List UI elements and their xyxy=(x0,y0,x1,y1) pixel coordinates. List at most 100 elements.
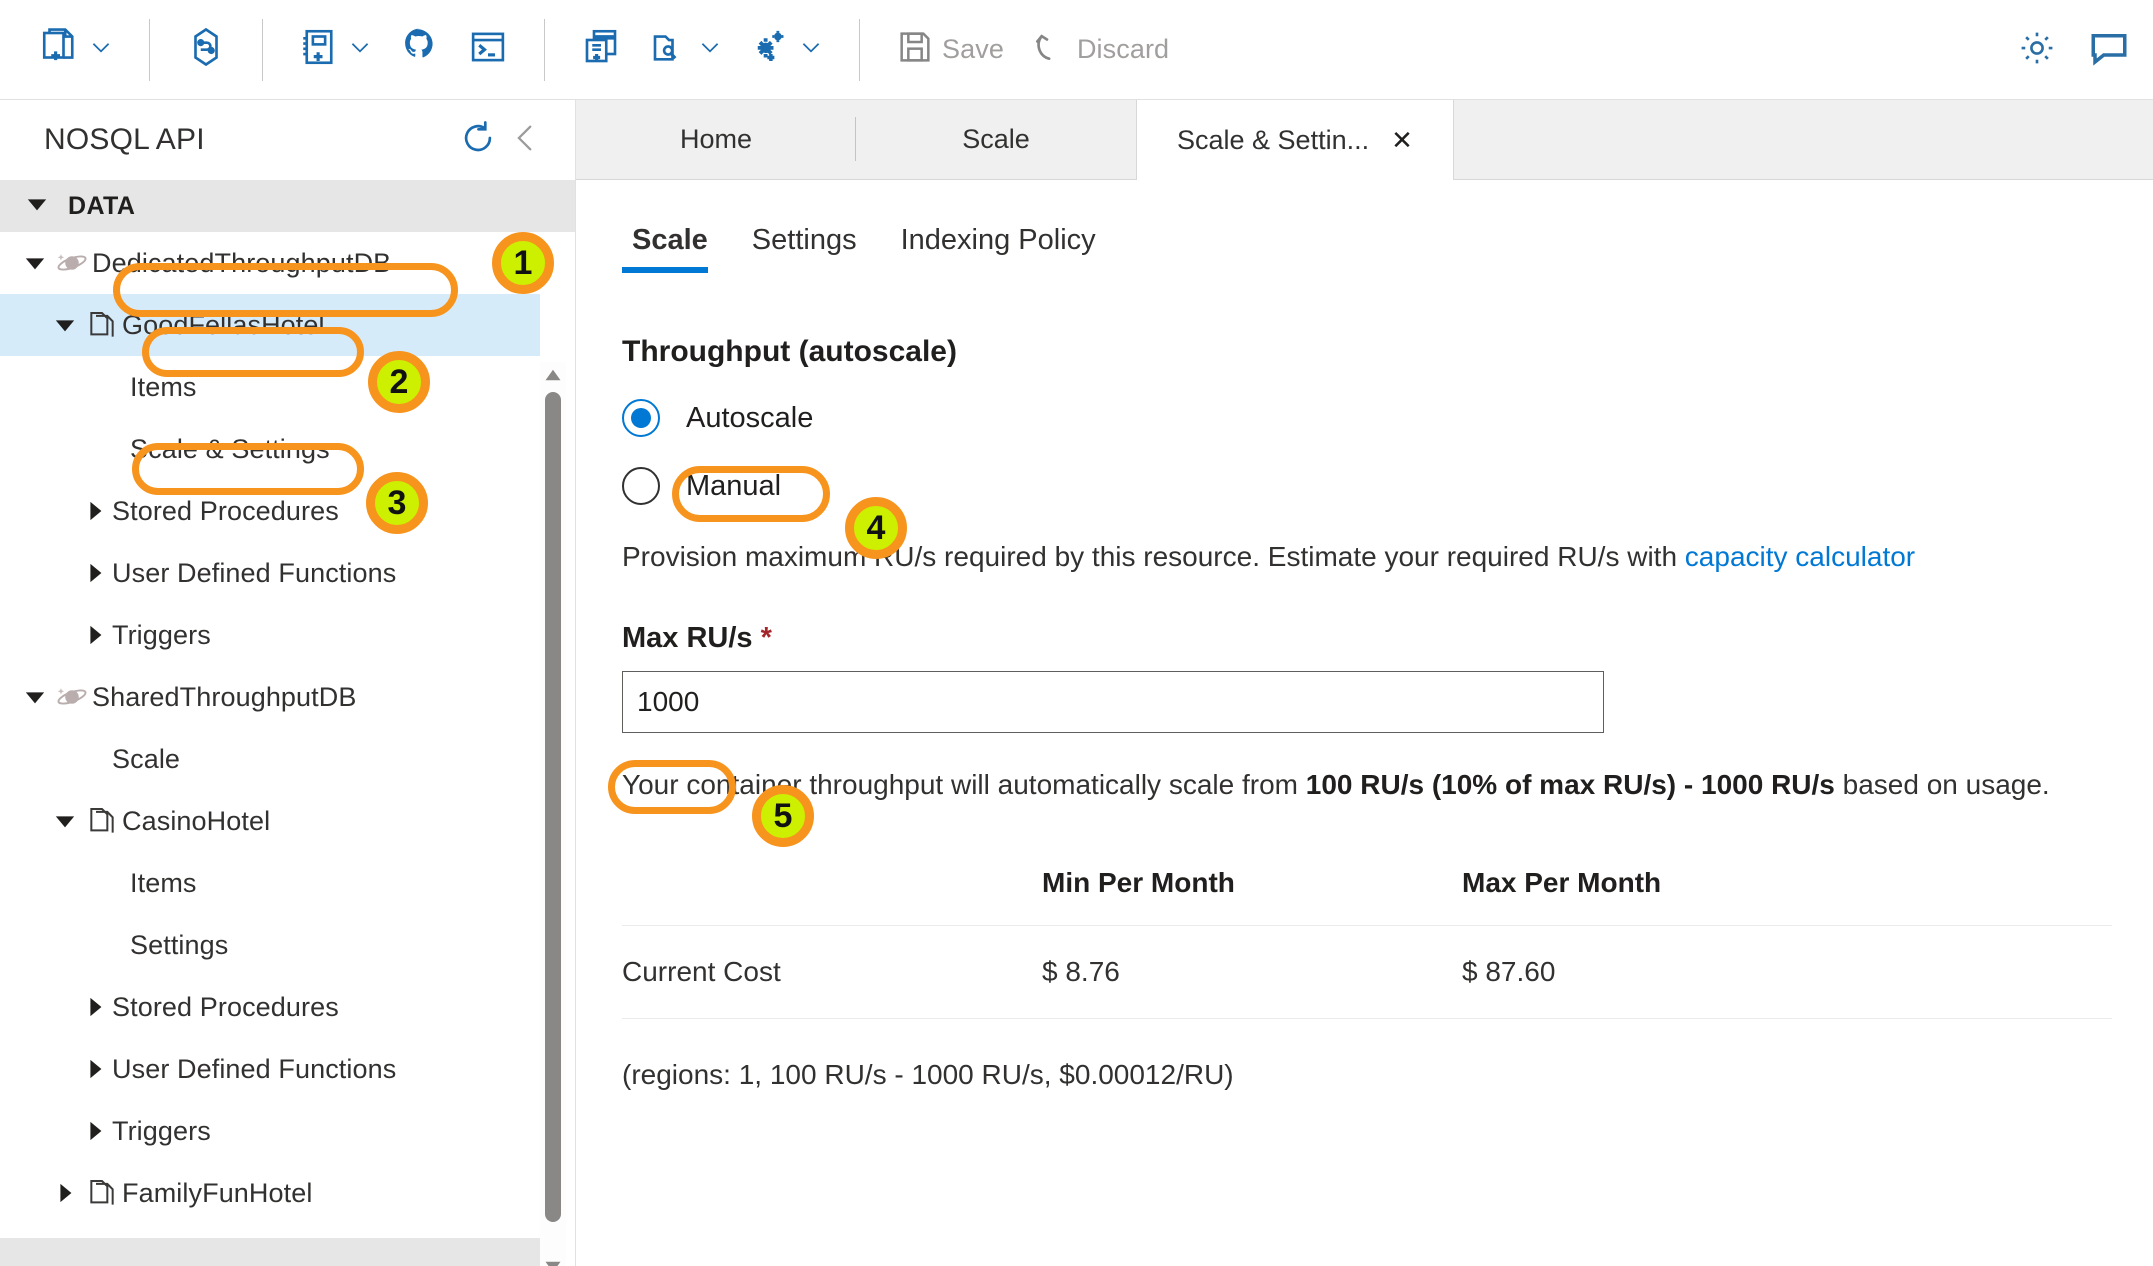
chevron-right-icon[interactable] xyxy=(78,1120,112,1142)
tree-item-stored-procedures[interactable]: Stored Procedures xyxy=(0,480,540,542)
doc-tab-label: Scale xyxy=(962,124,1030,155)
scroll-up-arrow-icon[interactable] xyxy=(544,366,562,384)
tree-item-label: Items xyxy=(130,372,197,403)
new-sql-query-button[interactable] xyxy=(567,18,635,81)
refresh-icon[interactable] xyxy=(453,113,503,168)
tree-item-dedicatedthroughputdb[interactable]: DedicatedThroughputDB xyxy=(0,232,540,294)
autoscale-desc-1: Your container throughput will automatic… xyxy=(622,769,1306,800)
sidebar-data-header[interactable]: DATA xyxy=(0,180,575,232)
tree-item-sharedthroughputdb[interactable]: SharedThroughputDB xyxy=(0,666,540,728)
new-stored-procedure-button[interactable] xyxy=(736,18,837,81)
new-sql-query-icon xyxy=(580,26,622,73)
chevron-right-icon[interactable] xyxy=(78,996,112,1018)
tree-item-goodfellashotel[interactable]: GoodFellasHotel xyxy=(0,294,540,356)
new-notebook-icon xyxy=(298,26,340,73)
app-shell: NOSQL API DATA DedicatedThroughputDBGood… xyxy=(0,100,2153,1266)
tree-item-user-defined-functions[interactable]: User Defined Functions xyxy=(0,1038,540,1100)
toolbar-right-group xyxy=(2003,0,2153,100)
tree-item-label: Stored Procedures xyxy=(112,992,339,1023)
chevron-left-icon[interactable] xyxy=(503,115,549,166)
tree-item-triggers[interactable]: Triggers xyxy=(0,1100,540,1162)
toolbar-divider xyxy=(262,19,263,81)
tree-item-familyfunhotel[interactable]: FamilyFunHotel xyxy=(0,1162,540,1224)
chevron-right-icon[interactable] xyxy=(48,1182,82,1204)
chevron-down-icon[interactable] xyxy=(48,314,82,336)
doc-tab-scale[interactable]: Scale xyxy=(856,100,1136,179)
toolbar-group-synapse xyxy=(172,18,240,81)
chevron-down-icon xyxy=(798,34,824,65)
cost-row-min: $ 8.76 xyxy=(1042,926,1462,1019)
cost-table: Min Per Month Max Per Month Current Cost… xyxy=(622,867,2112,1019)
radio-manual[interactable]: Manual xyxy=(622,467,781,505)
content-area: HomeScaleScale & Settin...✕ ScaleSetting… xyxy=(576,100,2153,1266)
discard-button[interactable]: Discard xyxy=(1017,19,1182,80)
chevron-down-icon[interactable] xyxy=(48,810,82,832)
tree-item-casinohotel[interactable]: CasinoHotel xyxy=(0,790,540,852)
tree-item-label: Settings xyxy=(130,930,228,961)
feedback-icon xyxy=(2088,27,2130,74)
chevron-right-icon[interactable] xyxy=(78,624,112,646)
tree-item-stored-procedures[interactable]: Stored Procedures xyxy=(0,976,540,1038)
subtab-scale[interactable]: Scale xyxy=(622,224,730,273)
synapse-link-icon xyxy=(185,26,227,73)
subtab-indexing-policy[interactable]: Indexing Policy xyxy=(879,224,1118,273)
toolbar-group-queries xyxy=(567,18,837,81)
gear-icon xyxy=(2016,27,2058,74)
scale-settings-pane: ScaleSettingsIndexing Policy Throughput … xyxy=(576,180,2153,1091)
new-container-button[interactable] xyxy=(26,18,127,81)
max-ru-input[interactable] xyxy=(622,671,1604,733)
tree-item-items[interactable]: Items xyxy=(0,852,540,914)
doc-tab-scale-settin[interactable]: Scale & Settin...✕ xyxy=(1136,100,1454,180)
new-container-icon xyxy=(39,26,81,73)
chevron-down-icon[interactable] xyxy=(18,686,52,708)
capacity-calculator-link[interactable]: capacity calculator xyxy=(1685,541,1915,572)
open-query-button[interactable] xyxy=(635,18,736,81)
new-notebook-button[interactable] xyxy=(285,18,386,81)
tree-item-hikinghotel[interactable]: HikingHotel xyxy=(0,1224,540,1232)
tree-item-label: Triggers xyxy=(112,1116,211,1147)
sidebar-data-label: DATA xyxy=(68,192,135,221)
sidebar-scroll-thumb[interactable] xyxy=(545,392,561,1222)
tree-item-items[interactable]: Items xyxy=(0,356,540,418)
tree-item-user-defined-functions[interactable]: User Defined Functions xyxy=(0,542,540,604)
sidebar-vertical-scrollbar[interactable] xyxy=(540,362,566,1266)
sidebar: NOSQL API DATA DedicatedThroughputDBGood… xyxy=(0,100,576,1266)
tree-item-scale[interactable]: Scale xyxy=(0,728,540,790)
chevron-down-icon xyxy=(88,34,114,65)
save-button[interactable]: Save xyxy=(882,19,1017,80)
chevron-down-icon[interactable] xyxy=(18,252,52,274)
subtab-settings[interactable]: Settings xyxy=(730,224,879,273)
chevron-right-icon[interactable] xyxy=(78,1058,112,1080)
tree-item-label: FamilyFunHotel xyxy=(122,1178,312,1209)
doc-tab-home[interactable]: Home xyxy=(576,100,856,179)
radio-autoscale[interactable]: Autoscale xyxy=(622,399,813,437)
chevron-right-icon[interactable] xyxy=(78,500,112,522)
tree-item-label: Scale & Settings xyxy=(130,434,330,465)
save-icon xyxy=(895,27,935,72)
autoscale-description: Your container throughput will automatic… xyxy=(622,765,2153,806)
tree-item-label: SharedThroughputDB xyxy=(92,682,356,713)
open-query-icon xyxy=(648,26,690,73)
document-tabstrip: Home Scale Scale & Settin...✕ xyxy=(576,100,2153,180)
github-button[interactable] xyxy=(386,18,454,81)
scroll-down-arrow-icon[interactable] xyxy=(544,1258,562,1266)
section-title: Throughput (autoscale) xyxy=(622,335,2153,369)
settings-gear-button[interactable] xyxy=(2003,19,2071,82)
provision-text: Provision maximum RU/s required by this … xyxy=(622,541,1685,572)
sidebar-horizontal-scrollbar[interactable] xyxy=(0,1238,540,1266)
close-icon[interactable]: ✕ xyxy=(1391,127,1413,153)
open-synapse-link-button[interactable] xyxy=(172,18,240,81)
tree-item-triggers[interactable]: Triggers xyxy=(0,604,540,666)
required-marker: * xyxy=(761,622,772,654)
chevron-down-icon xyxy=(26,193,48,220)
feedback-button[interactable] xyxy=(2075,19,2143,82)
max-ru-label-text: Max RU/s xyxy=(622,622,753,654)
tree-item-settings[interactable]: Settings xyxy=(0,914,540,976)
open-terminal-button[interactable] xyxy=(454,18,522,81)
discard-label: Discard xyxy=(1077,34,1169,65)
radio-autoscale-label: Autoscale xyxy=(686,402,813,435)
chevron-right-icon[interactable] xyxy=(78,562,112,584)
tree-item-scale-settings[interactable]: Scale & Settings xyxy=(0,418,540,480)
cost-row-max: $ 87.60 xyxy=(1462,926,2112,1019)
tree-item-label: Triggers xyxy=(112,620,211,651)
